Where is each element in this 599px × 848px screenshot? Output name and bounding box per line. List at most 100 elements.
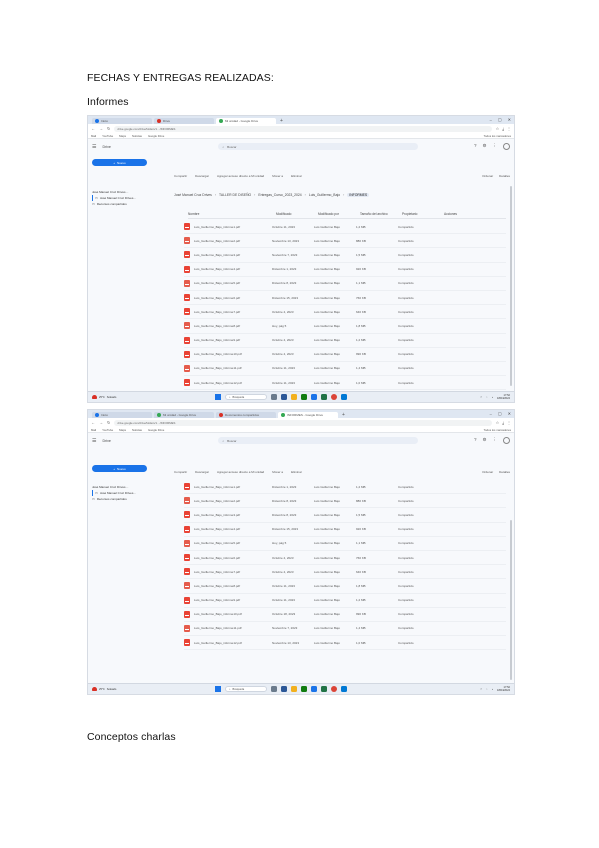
move-button[interactable]: Mover a [272,470,283,474]
share-button[interactable]: Compartir [174,470,187,474]
search-input[interactable]: ⌕ Buscar [218,437,419,444]
delete-button[interactable]: Eliminar [291,470,302,474]
col-modified-by[interactable]: Modificado por [318,212,360,216]
edge-icon[interactable] [311,394,317,400]
wifi-icon[interactable]: ◔ [486,396,488,399]
close-icon[interactable]: ✕ [508,117,511,122]
bookmark[interactable]: Mail [91,134,96,138]
back-icon[interactable]: ← [91,126,95,131]
volume-icon[interactable]: ◖ [491,396,493,399]
hamburger-icon[interactable]: ☰ [92,438,96,444]
back-icon[interactable]: ← [91,420,95,425]
delete-button[interactable]: Eliminar [291,174,302,178]
sort-button[interactable]: Ordenar [482,174,493,178]
table-row[interactable]: Luis_Guillermo_Bajo_informe10.pdf Octubre… [184,608,506,622]
store-icon[interactable] [301,686,307,692]
minimize-icon[interactable]: – [490,117,492,122]
drive-logo[interactable]: Drive [102,145,152,149]
weather-widget[interactable]: 25°C Soleado [92,687,192,691]
table-row[interactable]: Luis_Guillermo_Bajo_informe3.pdf Noviembr… [184,248,506,263]
shortcut-button[interactable]: Agregar acceso directo a Mi unidad [217,470,264,474]
col-owner[interactable]: Propietario [402,212,444,216]
table-row[interactable]: Luis_Guillermo_Bajo_informe12.pdf Noviemb… [184,636,506,651]
table-row[interactable]: Luis_Guillermo_Bajo_informe5.pdf Hoy, pág… [184,537,506,551]
store-icon[interactable] [301,394,307,400]
table-row[interactable]: Luis_Guillermo_Bajo_informe7.pdf Octubre … [184,305,506,320]
maximize-icon[interactable]: ▢ [498,117,502,122]
download-button[interactable]: Descargar [195,174,209,178]
file-explorer-icon[interactable] [281,394,287,400]
maximize-icon[interactable]: ▢ [498,411,502,416]
all-bookmarks[interactable]: Todos los marcadores [484,428,511,432]
outlook-icon[interactable] [341,686,347,692]
clock[interactable]: 17:52 18/04/2024 [497,686,510,692]
download-button[interactable]: Descargar [195,470,209,474]
col-actions[interactable]: Acciones [444,212,474,216]
volume-icon[interactable]: ◖ [491,688,493,691]
windows-start-icon[interactable] [215,394,221,400]
chrome-icon[interactable] [331,394,337,400]
col-name[interactable]: Nombre [188,212,276,216]
apps-icon[interactable]: ⋮ [493,437,498,444]
windows-start-icon[interactable] [215,686,221,692]
bookmark[interactable]: YouTube [102,428,113,432]
forward-icon[interactable]: → [99,420,103,425]
hamburger-icon[interactable]: ☰ [92,144,96,150]
share-button[interactable]: Compartir [174,174,187,178]
reload-icon[interactable]: ↻ [107,420,110,425]
bookmark[interactable]: Maps [119,134,126,138]
col-modified[interactable]: Modificado [276,212,318,216]
download-icon[interactable]: ⤓ [502,420,504,425]
new-button[interactable]: + Nuevo [92,159,147,166]
shortcut-button[interactable]: Agregar acceso directo a Mi unidad [217,174,264,178]
table-row[interactable]: Luis_Guillermo_Bajo_informe11.pdf Noviemb… [184,622,506,637]
task-view-icon[interactable] [271,686,277,692]
help-icon[interactable]: ? [474,437,477,444]
scrollbar[interactable] [510,186,512,386]
table-row[interactable]: Luis_Guillermo_Bajo_informe6.pdf Octubre … [184,551,506,566]
table-row[interactable]: Luis_Guillermo_Bajo_informe2.pdf Diciembr… [184,494,506,509]
chevron-up-icon[interactable]: ˄ [480,396,482,399]
bookmark[interactable]: Noticias [132,134,142,138]
excel-icon[interactable] [321,394,327,400]
bookmark[interactable]: YouTube [102,134,113,138]
bookmark[interactable]: Maps [119,428,126,432]
taskbar-search[interactable]: ⌕ Búsqueda [225,686,267,692]
sidebar-item[interactable]: ▭ Recursos compartidos [92,496,167,502]
details-button[interactable]: Detalles [499,470,510,474]
weather-widget[interactable]: 25°C Soleado [92,395,192,399]
excel-icon[interactable] [321,686,327,692]
file-explorer-icon[interactable] [281,686,287,692]
breadcrumb-item[interactable]: José Manuel Cruz Drives [174,193,212,197]
wifi-icon[interactable]: ◔ [486,688,488,691]
breadcrumb-item[interactable]: Entregas_Curso_2023_2024 [258,193,301,197]
settings-icon[interactable]: ⚙ [482,437,486,444]
drive-logo[interactable]: Drive [102,439,152,443]
table-row[interactable]: Luis_Guillermo_Bajo_informe7.pdf Octubre … [184,565,506,580]
table-row[interactable]: Luis_Guillermo_Bajo_informe9.pdf Octubre … [184,334,506,348]
taskbar-search[interactable]: ⌕ Búsqueda [225,394,267,400]
sidebar-item[interactable]: ▭ Recursos compartidos [92,201,167,207]
table-row[interactable]: Luis_Guillermo_Bajo_informe4.pdf Diciembr… [184,263,506,277]
outlook-icon[interactable] [341,394,347,400]
chrome-icon[interactable] [331,686,337,692]
new-button[interactable]: + Nuevo [92,465,147,472]
star-icon[interactable]: ☆ [496,420,500,425]
table-row[interactable]: Luis_Guillermo_Bajo_informe1.pdf Diciembr… [184,480,506,495]
menu-icon[interactable]: ⋮ [507,420,511,425]
breadcrumb-current[interactable]: INFORMES [347,193,370,197]
table-row[interactable]: Luis_Guillermo_Bajo_informe5.pdf Diciembr… [184,277,506,291]
breadcrumb-item[interactable]: Luis_Guillermo_Bajo [309,193,340,197]
move-button[interactable]: Mover a [272,174,283,178]
folder-icon[interactable] [291,394,297,400]
sort-button[interactable]: Ordenar [482,470,493,474]
table-row[interactable]: Luis_Guillermo_Bajo_informe8.pdf Hoy, pág… [184,319,506,334]
details-button[interactable]: Detalles [499,174,510,178]
apps-icon[interactable]: ⋮ [493,143,498,150]
edge-icon[interactable] [311,686,317,692]
close-icon[interactable]: ✕ [508,411,511,416]
chevron-up-icon[interactable]: ˄ [480,688,482,691]
table-row[interactable]: Luis_Guillermo_Bajo_informe4.pdf Diciembr… [184,523,506,537]
search-input[interactable]: ⌕ Buscar [218,143,419,150]
clock[interactable]: 17:52 18/04/2024 [497,394,510,400]
